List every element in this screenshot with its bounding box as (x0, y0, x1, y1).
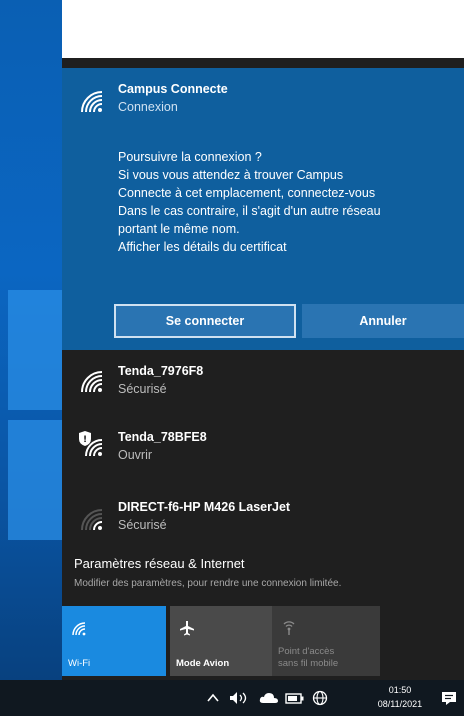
hotspot-tile-label: Point d'accès sans fil mobile (278, 646, 338, 670)
hotspot-icon (283, 621, 295, 635)
network-list-item[interactable]: Tenda_7976F8 Sécurisé (62, 354, 464, 412)
wifi-open-shield-icon: ! (79, 431, 103, 457)
hotspot-label-line: Point d'accès (278, 646, 335, 657)
cloud-icon[interactable] (258, 690, 280, 706)
svg-text:!: ! (83, 435, 87, 445)
network-name: DIRECT-f6-HP M426 LaserJet (118, 500, 291, 514)
airplane-tile-label: Mode Avion (176, 658, 230, 669)
network-settings-link[interactable]: Paramètres réseau & Internet (74, 556, 245, 571)
message-line: portant le même nom. (118, 222, 240, 236)
globe-network-icon[interactable] (310, 690, 330, 706)
wifi-tile-label: Wi-Fi (68, 658, 91, 669)
active-network-panel: Campus Connecte Connexion Poursuivre la … (62, 68, 464, 350)
taskbar-clock[interactable]: 01:50 08/11/2021 (372, 683, 428, 711)
notifications-icon[interactable] (440, 690, 458, 706)
network-name: Tenda_78BFE8 (118, 430, 207, 444)
message-line: Connecte à cet emplacement, connectez-vo… (118, 186, 376, 200)
network-status: Sécurisé (118, 382, 167, 396)
network-list-item[interactable]: ! Tenda_78BFE8 Ouvrir (62, 418, 464, 476)
connection-warning-message: Poursuivre la connexion ? Si vous vous a… (118, 148, 464, 256)
wifi-secured-icon (81, 371, 103, 393)
wifi-toggle-tile[interactable]: Wi-Fi (62, 606, 166, 676)
airplane-mode-tile[interactable]: Mode Avion (170, 606, 274, 676)
wifi-icon (72, 622, 86, 636)
active-network-name: Campus Connecte (118, 82, 228, 96)
airplane-icon (180, 621, 194, 636)
network-list-item[interactable]: DIRECT-f6-HP M426 LaserJet Sécurisé (62, 488, 464, 546)
network-status: Sécurisé (118, 518, 167, 532)
message-line: Dans le cas contraire, il s'agit d'un au… (118, 204, 381, 218)
message-line: Poursuivre la connexion ? (118, 150, 262, 164)
network-flyout: Campus Connecte Connexion Poursuivre la … (62, 58, 464, 680)
speaker-icon[interactable] (228, 690, 250, 706)
desktop-window-pane (8, 420, 62, 540)
desktop-background (0, 0, 62, 680)
wifi-icon (81, 91, 103, 113)
certificate-details-link[interactable]: Afficher les détails du certificat (118, 238, 464, 256)
mobile-hotspot-tile[interactable]: Point d'accès sans fil mobile (272, 606, 380, 676)
chevron-up-icon[interactable] (206, 690, 220, 706)
clock-time: 01:50 (388, 685, 412, 695)
taskbar: 01:50 08/11/2021 (0, 680, 464, 716)
battery-icon[interactable] (284, 690, 306, 706)
active-network-status: Connexion (118, 100, 178, 114)
network-settings-subtitle: Modifier des paramètres, pour rendre une… (74, 578, 342, 589)
message-line: Si vous vous attendez à trouver Campus (118, 168, 344, 182)
cancel-button[interactable]: Annuler (302, 304, 464, 338)
hotspot-label-line: sans fil mobile (278, 658, 339, 669)
connect-button[interactable]: Se connecter (114, 304, 296, 338)
clock-date: 08/11/2021 (377, 699, 423, 709)
top-background (0, 0, 464, 58)
wifi-weak-icon (81, 509, 103, 531)
network-name: Tenda_7976F8 (118, 364, 204, 378)
desktop-window-pane (8, 290, 62, 410)
network-status: Ouvrir (118, 448, 153, 462)
